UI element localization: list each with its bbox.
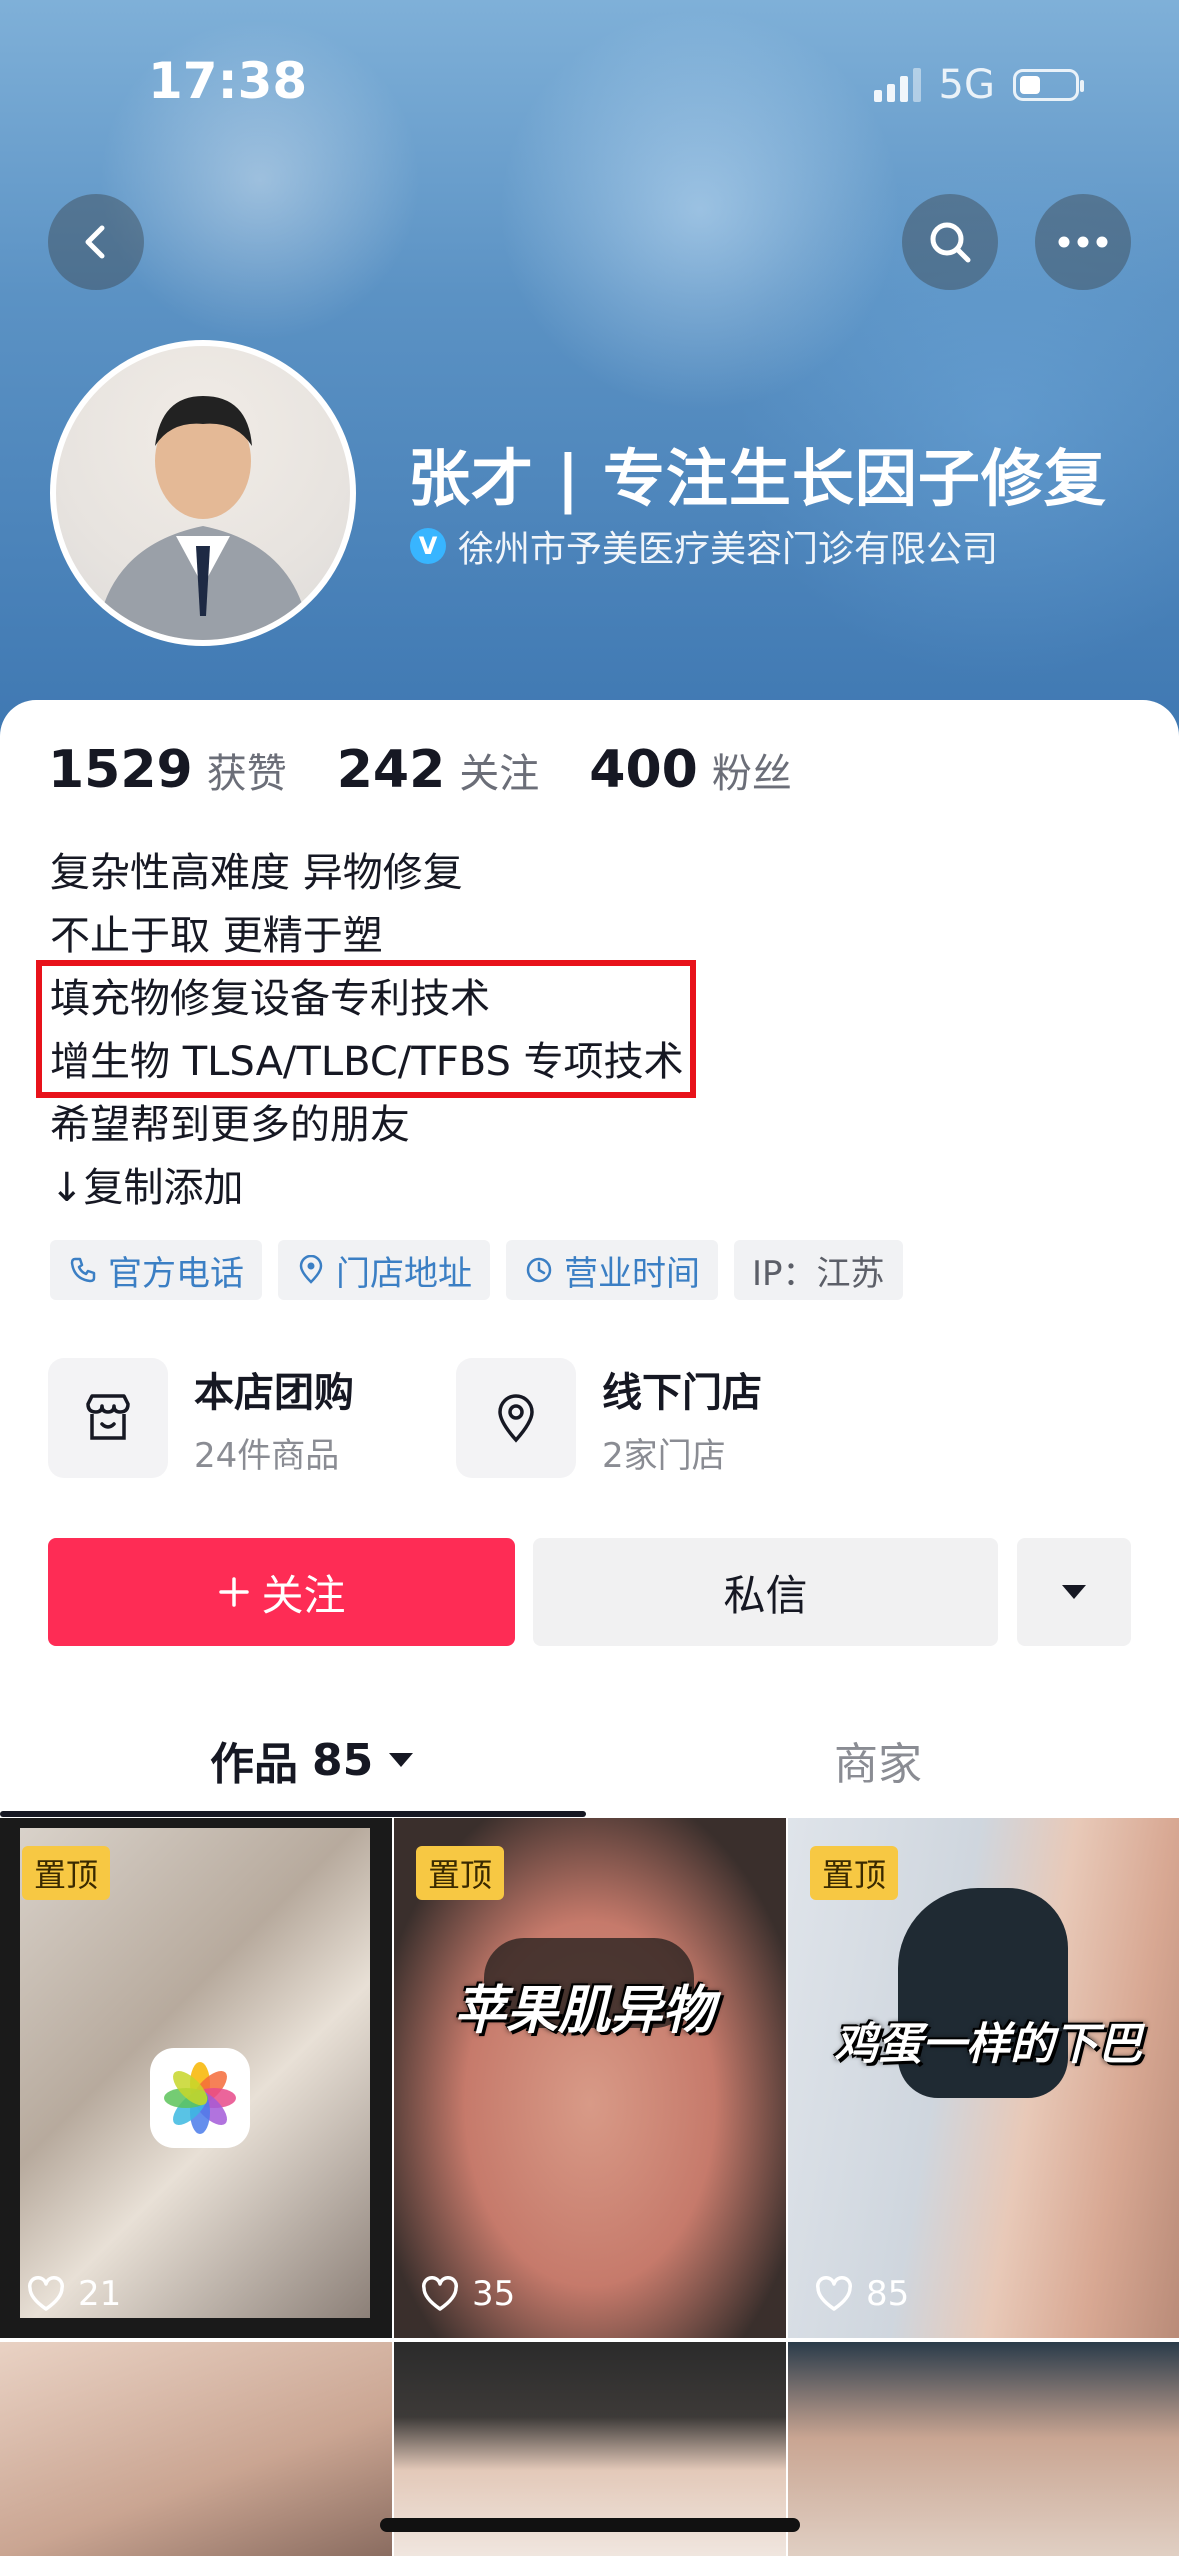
shop-card-subtitle: 2家门店 (602, 1435, 726, 1476)
location-icon (299, 1255, 323, 1284)
video-tile[interactable] (0, 2342, 392, 2556)
like-count: 85 (814, 2274, 909, 2314)
stat-followers[interactable]: 400 粉丝 (589, 740, 792, 800)
caret-down-icon (389, 1753, 414, 1767)
heart-icon (816, 2276, 852, 2311)
pinned-badge: 置顶 (416, 1846, 505, 1900)
video-tile[interactable]: 鸡蛋一样的下巴 置顶 85 (788, 1818, 1179, 2338)
store-icon (48, 1358, 168, 1478)
message-button[interactable]: 私信 (533, 1538, 998, 1646)
avatar-portrait (96, 396, 310, 640)
profile-tags: 官方电话 门店地址 营业时间 IP：江苏 (50, 1240, 903, 1300)
more-dots-icon (1058, 236, 1108, 248)
back-button[interactable] (48, 194, 144, 290)
avatar[interactable] (50, 340, 356, 646)
profile-stats: 1529 获赞 242 关注 400 粉丝 (48, 740, 792, 800)
tag-store-address[interactable]: 门店地址 (278, 1240, 490, 1300)
shop-card-title: 本店团购 (194, 1369, 354, 1416)
shop-card-title: 线下门店 (602, 1369, 762, 1416)
status-time: 17:38 (148, 52, 308, 110)
bio-line: 希望帮到更多的朋友 (50, 1102, 410, 1148)
company-name: 徐州市予美医疗美容门诊有限公司 (458, 529, 999, 570)
tag-ip-location: IP：江苏 (734, 1240, 903, 1300)
phone-icon (70, 1257, 96, 1283)
heart-icon (28, 2276, 64, 2311)
video-tile[interactable]: 苹果肌异物 置顶 35 (394, 1818, 786, 2338)
tag-official-phone[interactable]: 官方电话 (50, 1240, 262, 1300)
pinned-badge: 置顶 (810, 1846, 899, 1900)
bio-line: ↓复制添加 (50, 1165, 244, 1211)
search-icon (930, 222, 971, 263)
status-indicators: 5G (873, 62, 1084, 108)
clock-icon (526, 1257, 552, 1283)
follow-button[interactable]: 关注 (48, 1538, 515, 1646)
profile-name: 张才 | 专注生长因子修复 (408, 442, 1107, 515)
plus-icon (219, 1577, 250, 1607)
signal-icon (873, 68, 921, 102)
works-count: 85 (312, 1734, 374, 1786)
search-button[interactable] (902, 194, 998, 290)
shop-card-subtitle: 24件商品 (194, 1435, 340, 1476)
pinned-badge: 置顶 (22, 1846, 111, 1900)
network-type: 5G (938, 62, 995, 108)
like-count: 21 (26, 2274, 121, 2314)
verified-badge-icon: V (410, 528, 446, 564)
tab-works[interactable]: 作品 85 (210, 1728, 415, 1792)
map-pin-icon (456, 1358, 576, 1478)
annotation-highlight-box (36, 960, 696, 1098)
shop-card-group-buy[interactable]: 本店团购 24件商品 (48, 1358, 354, 1478)
bio-line: 复杂性高难度 异物修复 (50, 850, 463, 896)
tab-merchant[interactable]: 商家 (834, 1728, 922, 1792)
caret-down-icon (1062, 1585, 1086, 1599)
home-indicator (380, 2518, 800, 2532)
video-caption: 鸡蛋一样的下巴 (834, 2019, 1142, 2070)
shop-card-offline-store[interactable]: 线下门店 2家门店 (456, 1358, 762, 1478)
like-count: 35 (420, 2274, 515, 2314)
video-tile[interactable]: 置顶 21 (0, 1818, 392, 2338)
more-options-button[interactable] (1017, 1538, 1131, 1646)
stat-following[interactable]: 242 关注 (337, 740, 540, 800)
battery-icon (1013, 69, 1084, 101)
bio-line: 不止于取 更精于塑 (50, 913, 383, 959)
video-caption: 苹果肌异物 (454, 1981, 715, 2041)
stat-likes[interactable]: 1529 获赞 (48, 740, 287, 800)
more-button[interactable] (1035, 194, 1131, 290)
tag-business-hours[interactable]: 营业时间 (506, 1240, 718, 1300)
video-tile[interactable] (788, 2342, 1179, 2556)
heart-icon (422, 2276, 458, 2311)
tab-indicator (0, 1811, 586, 1817)
chevron-left-icon (85, 225, 105, 259)
photos-app-icon (150, 2048, 250, 2148)
enterprise-verification[interactable]: V 徐州市予美医疗美容门诊有限公司 (410, 520, 998, 572)
